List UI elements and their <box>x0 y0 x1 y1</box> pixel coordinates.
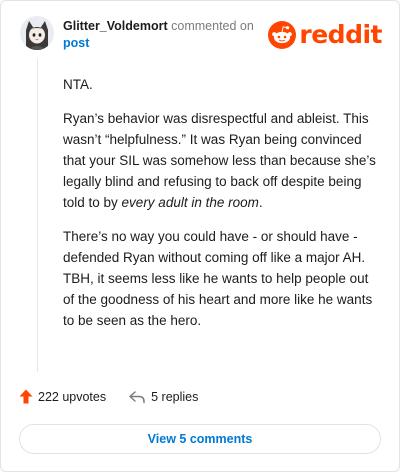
comment-paragraph-1: NTA. <box>63 77 93 92</box>
paragraph-2-end: . <box>258 195 263 210</box>
brand-wordmark: reddit <box>299 20 382 49</box>
comment-card: Glitter_Voldemort commented on post redd… <box>0 0 400 472</box>
reply-stat[interactable]: 5 replies <box>128 390 198 404</box>
post-link[interactable]: post <box>63 36 89 50</box>
avatar[interactable] <box>20 16 54 50</box>
upvote-arrow-icon <box>19 389 33 404</box>
reply-count: 5 replies <box>151 389 199 404</box>
thread-line[interactable] <box>37 59 38 372</box>
comment-paragraph-2: Ryan’s behavior was disrespectful and ab… <box>63 108 381 213</box>
reddit-snoo-icon <box>268 21 297 49</box>
comment-header: Glitter_Voldemort commented on post <box>63 18 254 52</box>
username-link[interactable]: Glitter_Voldemort <box>63 19 168 33</box>
view-comments-button[interactable]: View 5 comments <box>19 424 381 454</box>
upvote-count: 222 upvotes <box>38 389 107 404</box>
reddit-logo[interactable]: reddit <box>268 21 382 49</box>
paragraph-2-emphasis: every adult in the room <box>121 195 259 210</box>
cat-avatar-icon <box>20 16 54 50</box>
comment-body: NTA. Ryan’s behavior was disrespectful a… <box>63 74 381 344</box>
comment-paragraph-3: There’s no way you could have - or shoul… <box>63 229 373 328</box>
upvote-stat[interactable]: 222 upvotes <box>19 389 106 404</box>
reply-arrow-icon <box>129 390 145 403</box>
action-text: commented on <box>171 19 254 33</box>
comment-stats: 222 upvotes 5 replies <box>19 389 198 404</box>
